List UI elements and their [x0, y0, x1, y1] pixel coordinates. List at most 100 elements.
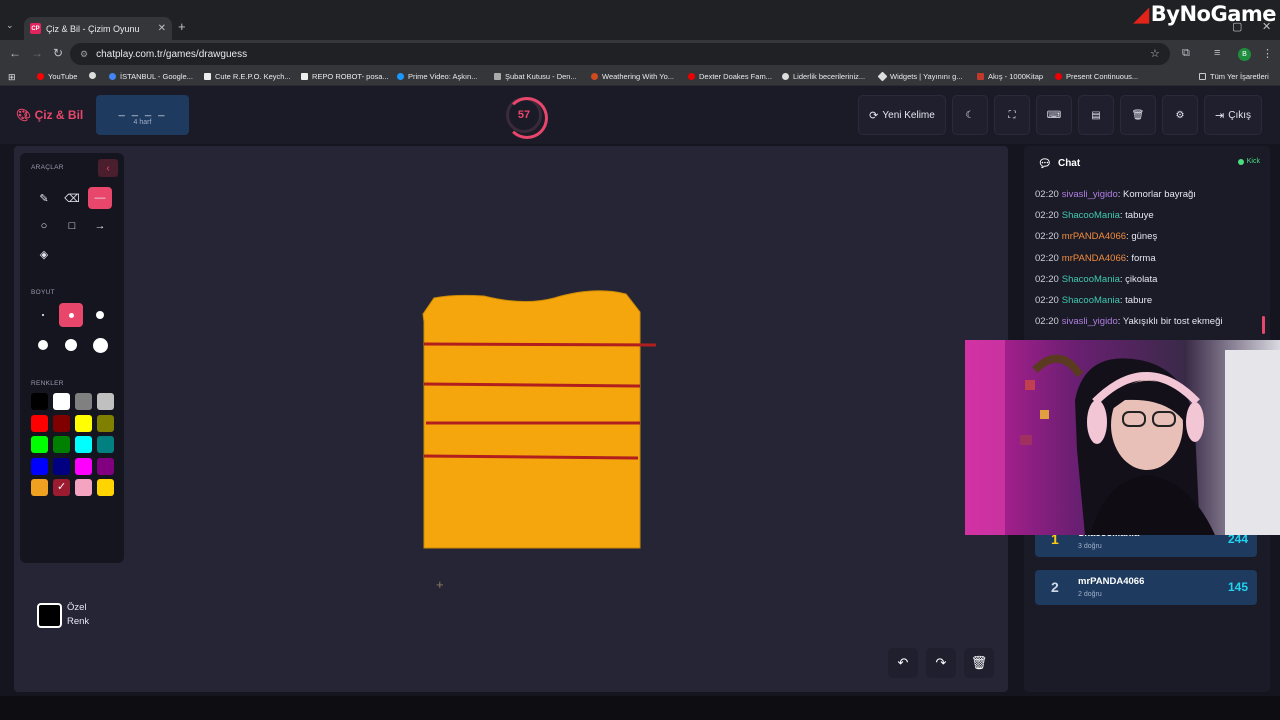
color-swatch[interactable]: [31, 414, 48, 432]
profile-avatar[interactable]: B: [1238, 48, 1251, 61]
message-user[interactable]: mrPANDA4066: [1062, 253, 1126, 264]
delete-button[interactable]: 🗑︎: [1120, 95, 1156, 135]
drawing-board[interactable]: [14, 146, 1008, 692]
color-swatch[interactable]: [53, 457, 70, 475]
forward-icon[interactable]: →: [31, 46, 43, 60]
color-swatch[interactable]: [53, 479, 70, 496]
bookmark-item[interactable]: İSTANBUL - Google...: [109, 72, 193, 81]
bookmark-item[interactable]: YouTube: [37, 72, 77, 81]
message-user[interactable]: sivasli_yigido: [1062, 189, 1118, 200]
bookmark-star-icon[interactable]: ☆: [1150, 47, 1160, 60]
message-user[interactable]: sivasli_yigido: [1062, 316, 1118, 327]
size-option-1[interactable]: [31, 303, 55, 327]
fill-tool[interactable]: ◈: [32, 243, 56, 265]
trash-icon: 🗑︎: [970, 655, 988, 670]
eraser-tool[interactable]: ⌫: [60, 187, 84, 209]
kick-status: Kick: [1237, 158, 1260, 165]
color-swatch[interactable]: [75, 393, 92, 410]
color-swatch[interactable]: [97, 479, 114, 496]
reload-icon[interactable]: ↻: [53, 46, 63, 60]
maximize-icon[interactable]: ▢: [1232, 20, 1242, 33]
extensions-icon[interactable]: ⧉: [1182, 47, 1190, 60]
size-option-2[interactable]: [59, 303, 83, 327]
menu-icon[interactable]: ⋮: [1262, 47, 1273, 60]
message-user[interactable]: ShacooMania: [1062, 274, 1120, 285]
new-tab-icon[interactable]: +: [178, 19, 186, 34]
message-user[interactable]: ShacooMania: [1062, 295, 1120, 306]
media-icon[interactable]: ≡: [1214, 47, 1220, 59]
message-user[interactable]: ShacooMania: [1062, 210, 1120, 221]
custom-color-label[interactable]: Özel Renk: [67, 601, 105, 629]
drawing-canvas[interactable]: [14, 146, 1008, 692]
player-name: mrPANDA4066: [1078, 576, 1145, 587]
custom-color-swatch[interactable]: [37, 603, 62, 628]
circle-tool[interactable]: ○: [32, 215, 56, 237]
color-swatch[interactable]: [31, 393, 48, 410]
color-swatch[interactable]: [31, 479, 48, 496]
app-logo[interactable]: 🎨︎ Çiz & Bil: [16, 108, 83, 122]
message-user[interactable]: mrPANDA4066: [1062, 231, 1126, 242]
tab-list-icon[interactable]: ⌄: [6, 20, 14, 31]
back-icon[interactable]: ←: [9, 46, 21, 60]
bookmark-item[interactable]: Akış - 1000Kitap: [977, 72, 1043, 81]
all-bookmarks[interactable]: Tüm Yer İşaretleri: [1199, 72, 1269, 81]
bookmark-item[interactable]: Şubat Kutusu - Den...: [494, 72, 577, 81]
close-window-icon[interactable]: ✕: [1262, 20, 1271, 33]
color-swatch[interactable]: [97, 393, 114, 410]
color-swatch[interactable]: [97, 457, 114, 475]
line-tool[interactable]: —: [88, 187, 112, 209]
arrow-right-icon: →: [94, 220, 106, 232]
close-tab-icon[interactable]: ✕: [158, 23, 166, 34]
url-field[interactable]: ⚙ chatplay.com.tr/games/drawguess: [70, 43, 1170, 65]
color-swatch[interactable]: [31, 457, 48, 475]
undo-button[interactable]: ↶: [888, 648, 918, 678]
rectangle-tool[interactable]: □: [60, 215, 84, 237]
arrow-tool[interactable]: →: [88, 215, 112, 237]
clear-canvas-button[interactable]: 🗑︎: [964, 648, 994, 678]
message-time: 02:20: [1035, 295, 1059, 306]
new-word-button[interactable]: ⟳ Yeni Kelime: [858, 95, 946, 135]
color-swatch[interactable]: [31, 436, 48, 453]
redo-button[interactable]: ↷: [926, 648, 956, 678]
bookmark-item[interactable]: Present Continuous...: [1055, 72, 1138, 81]
settings-button[interactable]: ⚙: [1162, 95, 1198, 135]
box-icon: [494, 73, 501, 80]
bookmark-item[interactable]: Widgets | Yayınını g...: [877, 71, 963, 82]
size-option-5[interactable]: [59, 333, 83, 357]
exit-button[interactable]: ⇥ Çıkış: [1204, 95, 1262, 135]
bookmark-item[interactable]: [89, 72, 100, 79]
color-swatch[interactable]: [53, 436, 70, 453]
bookmark-item[interactable]: Weathering With Yo...: [591, 72, 674, 81]
bookmark-item[interactable]: Liderlik becerileriniz...: [782, 72, 865, 81]
color-swatch[interactable]: [75, 457, 92, 475]
bookmark-item[interactable]: Prime Video: Aşkın...: [397, 72, 477, 81]
bookmark-item[interactable]: Dexter Doakes Fam...: [688, 72, 772, 81]
bookmark-item[interactable]: Cute R.E.P.O. Keych...: [204, 72, 291, 81]
color-swatch[interactable]: [97, 436, 114, 453]
site-info-icon[interactable]: ⚙: [80, 49, 88, 60]
color-swatch[interactable]: [75, 479, 92, 496]
circle-icon: ○: [40, 220, 48, 232]
chat-title: Chat: [1057, 157, 1081, 169]
chat-scrollbar[interactable]: [1262, 316, 1265, 334]
apps-grid-icon[interactable]: ⊞: [8, 72, 16, 83]
collapse-panel-button[interactable]: ‹: [98, 159, 118, 177]
color-swatch[interactable]: [53, 414, 70, 432]
brush-tool[interactable]: ✎: [32, 187, 56, 209]
color-swatch[interactable]: [53, 393, 70, 410]
brush-icon: ✎: [39, 192, 49, 205]
dark-mode-button[interactable]: ☾: [952, 95, 988, 135]
color-swatch[interactable]: [97, 414, 114, 432]
keyboard-button[interactable]: ⌨: [1036, 95, 1072, 135]
bookmark-item[interactable]: REPO ROBOT- posa...: [301, 72, 389, 81]
browser-tab[interactable]: CP Çiz & Bil - Çizim Oyunu ✕: [24, 17, 172, 40]
size-option-6[interactable]: [88, 333, 112, 357]
fullscreen-button[interactable]: ⛶: [994, 95, 1030, 135]
size-option-4[interactable]: [31, 333, 55, 357]
moon-icon: ☾: [965, 109, 975, 121]
chat-header: 💬︎ Chat Kick: [1028, 148, 1266, 178]
size-option-3[interactable]: [88, 303, 112, 327]
color-swatch[interactable]: [75, 414, 92, 432]
archive-button[interactable]: ▤: [1078, 95, 1114, 135]
color-swatch[interactable]: [75, 436, 92, 453]
